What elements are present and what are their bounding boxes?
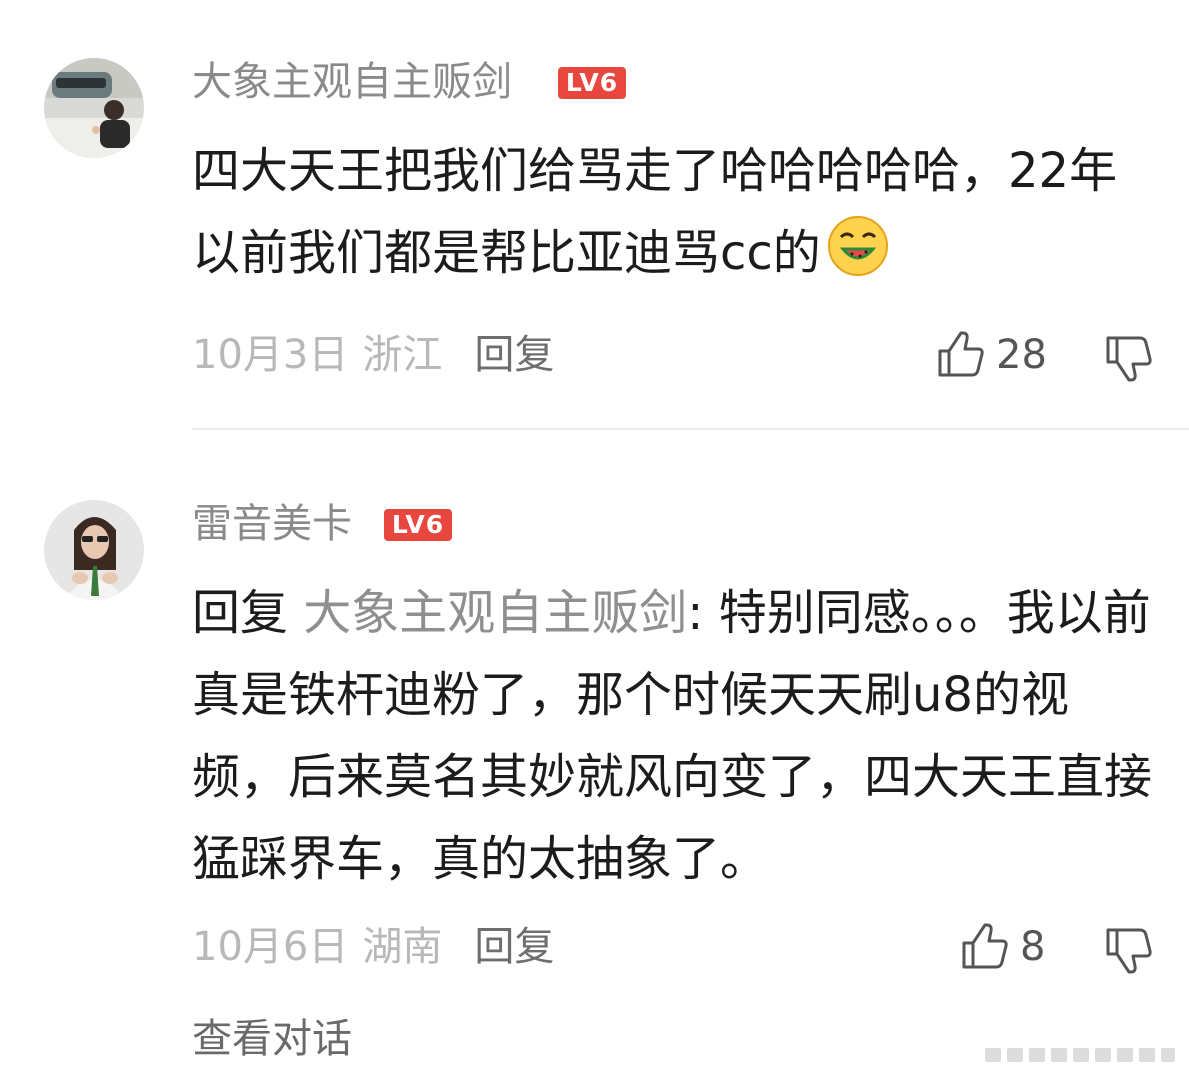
comment-divider xyxy=(192,428,1189,430)
like-count: 28 xyxy=(996,332,1047,378)
like-button[interactable]: 8 xyxy=(960,922,1045,972)
comment-body: 回复 大象主观自主贩剑: 特别同感。。。我以前真是铁杆迪粉了，那个时候天天刷u8… xyxy=(192,572,1152,900)
avatar[interactable] xyxy=(44,58,144,158)
watermark-icon xyxy=(985,1048,1175,1062)
level-badge: LV6 xyxy=(558,67,626,99)
username[interactable]: 大象主观自主贩剑 xyxy=(192,56,512,108)
level-badge: LV6 xyxy=(384,509,452,541)
thumbs-down-icon xyxy=(1106,336,1152,382)
username[interactable]: 雷音美卡 xyxy=(192,498,352,550)
reply-to-username[interactable]: 大象主观自主贩剑 xyxy=(303,585,687,641)
comment-meta: 10月6日 湖南 回复 xyxy=(192,922,554,972)
thumbs-up-icon xyxy=(962,923,1008,969)
view-conversation-link[interactable]: 查看对话 xyxy=(192,1014,352,1064)
comment-location: 浙江 xyxy=(362,332,443,378)
comment-thread: 大象主观自主贩剑 LV6 四大天王把我们给骂走了哈哈哈哈哈，22年以前我们都是帮… xyxy=(0,0,1189,1080)
comment-text: 四大天王把我们给骂走了哈哈哈哈哈，22年以前我们都是帮比亚迪骂cc的 xyxy=(192,143,1118,281)
avatar-photo-icon xyxy=(44,500,144,600)
comment-body: 四大天王把我们给骂走了哈哈哈哈哈，22年以前我们都是帮比亚迪骂cc的 xyxy=(192,130,1152,294)
thumbs-up-icon xyxy=(938,331,984,377)
like-button[interactable]: 28 xyxy=(936,330,1047,380)
laughing-eating-watermelon-emoji-icon xyxy=(825,213,891,279)
reply-button[interactable]: 回复 xyxy=(474,924,554,970)
like-count: 8 xyxy=(1020,924,1046,970)
reply-prefix: 回复 xyxy=(192,585,289,641)
dislike-button[interactable] xyxy=(1104,926,1154,978)
avatar[interactable] xyxy=(44,500,144,600)
dislike-button[interactable] xyxy=(1104,334,1154,386)
comment-date: 10月3日 xyxy=(192,332,349,378)
reply-button[interactable]: 回复 xyxy=(474,332,554,378)
avatar-photo-icon xyxy=(44,58,144,158)
comment-date: 10月6日 xyxy=(192,924,349,970)
thumbs-down-icon xyxy=(1106,928,1152,974)
comment-location: 湖南 xyxy=(362,924,443,970)
comment-meta: 10月3日 浙江 回复 xyxy=(192,330,554,380)
